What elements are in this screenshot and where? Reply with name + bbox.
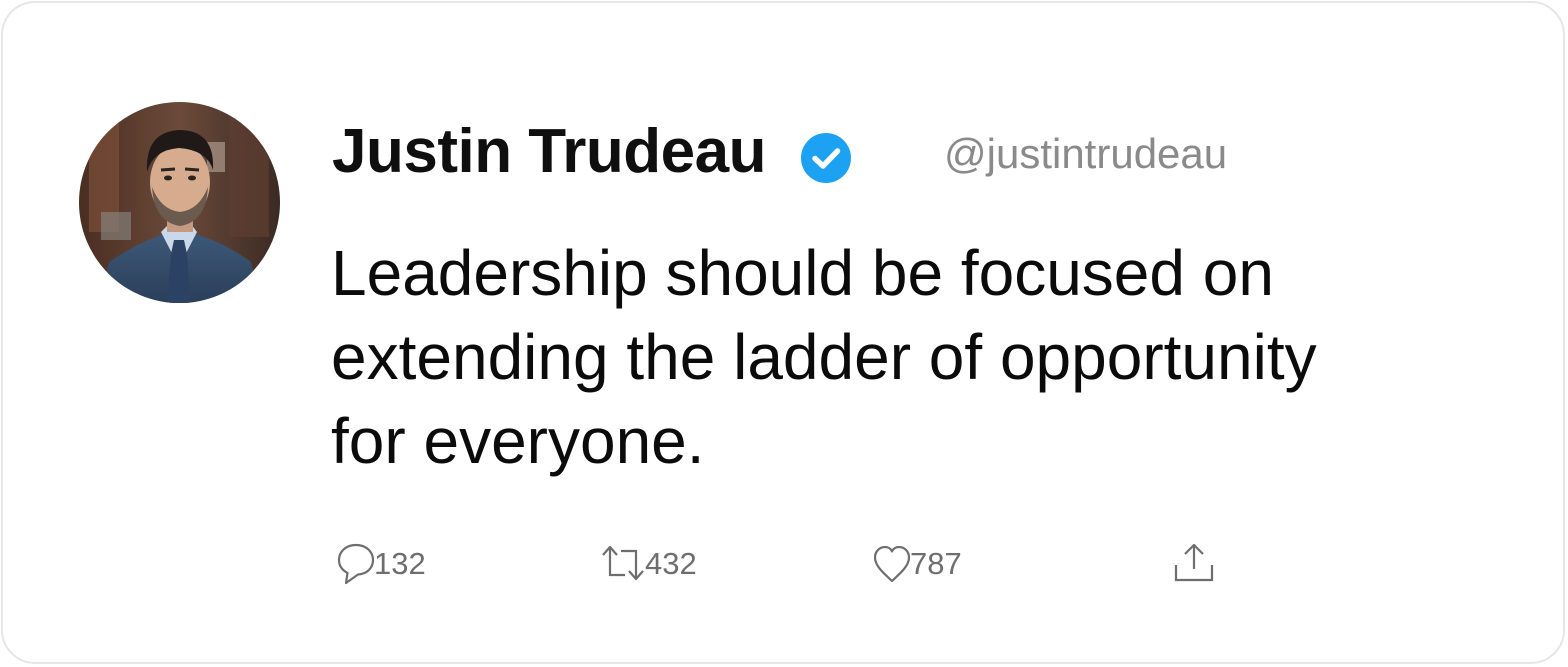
reply-button[interactable]: 132 [336,541,426,587]
user-handle[interactable]: @justintrudeau [944,129,1227,179]
retweet-button[interactable]: 432 [599,541,697,587]
like-count: 787 [910,546,962,581]
tweet-text-line: for everyone. [331,405,705,477]
tweet-text: Leadership should be focused on extendin… [331,231,1511,483]
avatar[interactable] [79,102,280,303]
heart-icon [873,545,911,583]
tweet-text-line: Leadership should be focused on [331,237,1274,309]
tweet-card: Justin Trudeau @justintrudeau Leadership… [1,1,1565,664]
like-button[interactable]: 787 [872,541,962,587]
retweet-count: 432 [645,546,697,581]
verified-badge-icon [801,133,851,183]
avatar-photo [79,102,280,303]
reply-count: 132 [374,546,426,581]
display-name[interactable]: Justin Trudeau [332,116,766,188]
retweet-icon [602,545,644,581]
share-button[interactable] [1172,541,1216,587]
share-icon [1174,543,1214,582]
tweet-text-line: extending the ladder of opportunity [331,321,1317,393]
reply-icon [337,543,375,585]
